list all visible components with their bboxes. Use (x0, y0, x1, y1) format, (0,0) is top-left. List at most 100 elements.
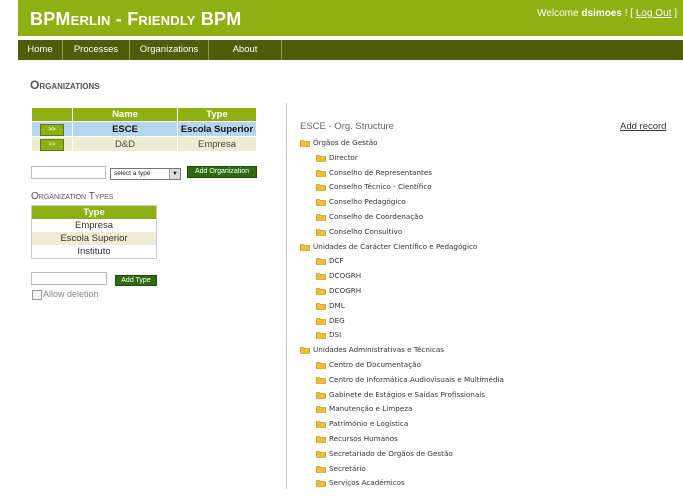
tree-node-label: DCOGRH (329, 271, 362, 281)
col-header-action (31, 107, 73, 122)
tree-leaf-node[interactable]: Centro de Documentação (316, 359, 421, 371)
logout-link[interactable]: Log Out (636, 8, 672, 19)
folder-icon (316, 464, 329, 473)
tree-leaf-node[interactable]: Gabinete de Estágios e Saídas Profission… (316, 389, 485, 401)
organization-types-table: Type Empresa Escola Superior Instituto (31, 205, 157, 259)
tree-leaf-node[interactable]: Conselho de Coordenação (316, 211, 423, 223)
tree-leaf-node[interactable]: DCF (316, 255, 344, 267)
folder-icon (300, 345, 313, 354)
select-value: select a type (114, 170, 151, 177)
tree-leaf-node[interactable]: Serviços Académicos (316, 477, 405, 489)
nav-home[interactable]: Home (18, 40, 63, 60)
select-org-button[interactable]: >> (40, 123, 64, 136)
tree-node-label: DCOGRH (329, 286, 362, 295)
tree-node-label: Manutenção e Limpeza (329, 404, 413, 414)
chevron-down-icon: ▼ (169, 169, 180, 179)
main-nav: Home Processes Organizations About (18, 40, 683, 60)
folder-icon (316, 182, 329, 192)
tree-node-label: DCF (329, 256, 344, 266)
folder-icon (316, 419, 329, 428)
nav-about[interactable]: About (209, 40, 282, 60)
tree-node-label: Unidades de Carácter Científico e Pedagó… (313, 241, 478, 251)
folder-icon (300, 138, 313, 147)
panel-divider (286, 103, 287, 489)
type-name-input[interactable] (31, 272, 107, 285)
folder-icon (316, 360, 329, 369)
tree-node-label: Conselho de Representantes (329, 167, 433, 177)
tree-node-label: DML (329, 300, 345, 310)
folder-icon (316, 212, 329, 221)
type-row[interactable]: Empresa (32, 219, 157, 232)
type-row[interactable]: Instituto (32, 245, 157, 259)
tree-leaf-node[interactable]: Centro de Informática Audiovisuais e Mul… (316, 374, 504, 386)
folder-icon (316, 404, 329, 414)
org-type-cell: Escola Superior (177, 121, 257, 137)
tree-leaf-node[interactable]: DEG (316, 315, 345, 327)
username: dsimoes (581, 8, 622, 19)
add-organization-button[interactable]: Add Organization (187, 166, 257, 178)
tree-node-label: Conselho Consultivo (329, 226, 403, 236)
tree-node-label: Secretariado de Orgãos de Gestão (329, 448, 453, 458)
tree-group-node[interactable]: Órgãos de Gestão (300, 137, 378, 149)
table-row[interactable]: >> D&D Empresa (31, 136, 257, 152)
folder-icon (316, 286, 329, 295)
tree-leaf-node[interactable]: DCOGRH (316, 270, 361, 282)
folder-icon (316, 256, 329, 266)
org-type-cell: Empresa (177, 136, 257, 152)
tree-node-label: Conselho Técnico - Científico (329, 182, 432, 192)
nav-processes[interactable]: Processes (63, 40, 130, 60)
tree-leaf-node[interactable]: Conselho Técnico - Científico (316, 181, 432, 193)
tree-leaf-node[interactable]: Recursos Humanos (316, 433, 398, 445)
folder-icon (316, 375, 329, 384)
tree-leaf-node[interactable]: Conselho Pedagógico (316, 196, 406, 208)
col-header-name[interactable]: Name (72, 107, 178, 122)
tree-leaf-node[interactable]: Conselho Consultivo (316, 226, 402, 238)
tree-node-label: Conselho de Coordenação (329, 212, 423, 221)
structure-title: ESCE - Org. Structure (300, 121, 394, 132)
add-type-button[interactable]: Add Type (115, 275, 157, 286)
folder-icon (316, 227, 329, 236)
organization-type-select[interactable]: select a type ▼ (110, 168, 181, 180)
tree-leaf-node[interactable]: DSI (316, 329, 341, 341)
logout-close-bracket: ] (674, 8, 677, 19)
tree-node-label: Centro de Informática Audiovisuais e Mul… (329, 374, 504, 384)
nav-organizations[interactable]: Organizations (130, 40, 209, 60)
folder-icon (316, 449, 329, 458)
tree-node-label: Unidades Administrativas e Técnicas (313, 345, 445, 355)
organization-types-title: Organization Types (31, 191, 114, 202)
brand-title: BPMerlin - Friendly BPM (30, 9, 242, 29)
table-header-row: Name Type (31, 107, 257, 122)
tree-group-node[interactable]: Unidades de Carácter Científico e Pedagó… (300, 241, 477, 253)
tree-leaf-node[interactable]: Director (316, 152, 358, 164)
tree-node-label: Património e Logística (329, 419, 409, 429)
tree-leaf-node[interactable]: Secretariado de Orgãos de Gestão (316, 448, 453, 460)
tree-group-node[interactable]: Unidades Administrativas e Técnicas (300, 344, 444, 356)
table-row[interactable]: >> ESCE Escola Superior (31, 121, 257, 137)
folder-icon (316, 168, 329, 177)
organizations-table: Name Type >> ESCE Escola Superior >> D&D… (31, 107, 257, 152)
folder-icon (316, 197, 329, 206)
col-header-type[interactable]: Type (31, 205, 157, 219)
tree-leaf-node[interactable]: DML (316, 300, 345, 312)
org-name-cell: ESCE (72, 121, 178, 137)
tree-leaf-node[interactable]: Património e Logística (316, 418, 408, 430)
select-org-button[interactable]: >> (40, 138, 64, 151)
add-record-link[interactable]: Add record (620, 121, 666, 132)
organization-name-input[interactable] (31, 166, 106, 179)
folder-icon (316, 390, 329, 399)
folder-icon (316, 271, 329, 280)
org-name-cell: D&D (72, 136, 178, 152)
tree-node-label: Centro de Documentação (329, 360, 421, 369)
tree-node-label: Órgãos de Gestão (313, 138, 378, 147)
tree-node-label: Gabinete de Estágios e Saídas Profission… (329, 389, 485, 399)
type-row[interactable]: Escola Superior (31, 232, 157, 245)
tree-leaf-node[interactable]: Manutenção e Limpeza (316, 403, 412, 415)
col-header-type[interactable]: Type (177, 107, 257, 122)
tree-leaf-node[interactable]: Conselho de Representantes (316, 167, 432, 179)
tree-leaf-node[interactable]: Secretário (316, 463, 366, 475)
folder-icon (300, 242, 313, 251)
allow-deletion-checkbox[interactable] (32, 290, 42, 300)
tree-leaf-node[interactable]: DCOGRH (316, 285, 361, 297)
folder-icon (316, 330, 329, 340)
welcome-text: Welcome (537, 8, 579, 19)
